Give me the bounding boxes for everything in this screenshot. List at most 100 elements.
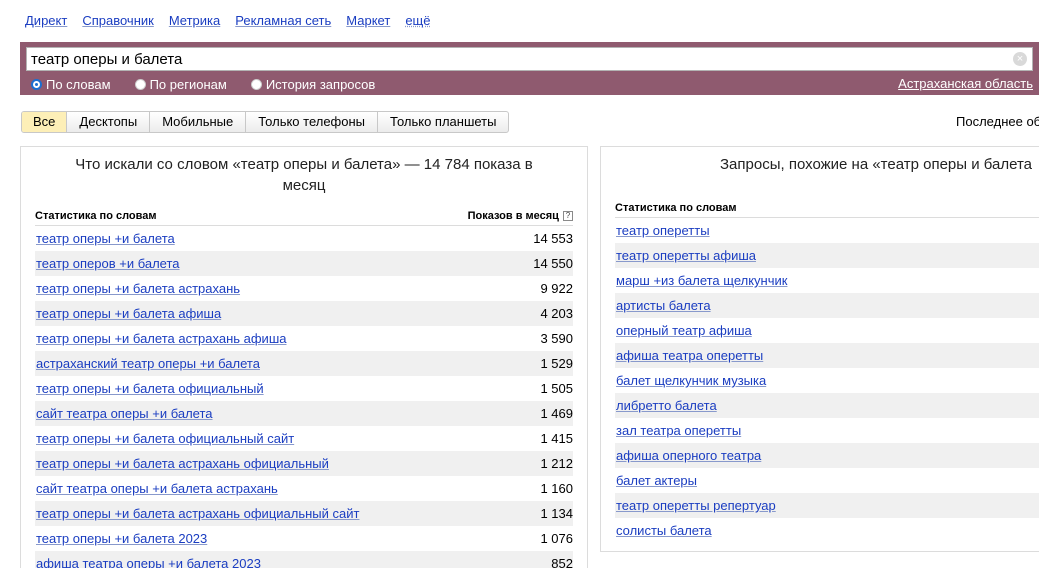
search-band: × По словам По регионам История запросов… [20, 42, 1039, 95]
phrase-link[interactable]: театр оперетты афиша [616, 248, 756, 263]
phrase-link[interactable]: театр оперы +и балета астрахань [36, 281, 240, 296]
clear-icon[interactable]: × [1013, 52, 1027, 66]
radio-by-words[interactable]: По словам [31, 75, 111, 93]
nav-link-market[interactable]: Маркет [346, 13, 390, 31]
shows-count: 9 922 [540, 281, 573, 296]
table-row: театр оперы +и балета афиша 4 203 [35, 301, 573, 326]
top-nav: Директ Справочник Метрика Рекламная сеть… [25, 13, 430, 31]
phrase-link[interactable]: балет щелкунчик музыка [616, 373, 766, 388]
search-box: × [26, 47, 1033, 71]
column-header-words: Статистика по словам [35, 209, 157, 222]
table-row: театр оперетты репертуар [615, 493, 1039, 518]
similar-queries-table: театр оперетты театр оперетты афиша марш +… [615, 218, 1039, 543]
shows-count: 1 160 [540, 481, 573, 496]
table-row: театр оперы +и балета астрахань официаль… [35, 501, 573, 526]
shows-count: 852 [551, 556, 573, 568]
nav-link-reference[interactable]: Справочник [82, 13, 154, 31]
shows-count: 14 553 [533, 231, 573, 246]
nav-link-direct[interactable]: Директ [25, 13, 67, 31]
radio-dot-icon [250, 78, 262, 90]
table-row: театр оперы +и балета 2023 1 076 [35, 526, 573, 551]
phrase-link[interactable]: оперный театр афиша [616, 323, 752, 338]
table-row: солисты балета [615, 518, 1039, 543]
region-selector-link[interactable]: Астраханская область [898, 76, 1033, 91]
table-row: афиша театра оперетты [615, 343, 1039, 368]
shows-count: 1 505 [540, 381, 573, 396]
panel-title: Запросы, похожие на «театр оперы и балет… [720, 156, 1032, 173]
shows-count: 1 134 [540, 506, 573, 521]
phrase-link[interactable]: театр оперы +и балета официальный [36, 381, 264, 396]
table-row: оперный театр афиша [615, 318, 1039, 343]
tab-all[interactable]: Все [22, 112, 68, 132]
column-header-shows: Показов в месяц ? [468, 210, 573, 222]
phrase-link[interactable]: марш +из балета щелкунчик [616, 273, 787, 288]
table-row: артисты балета [615, 293, 1039, 318]
word-stats-table: театр оперы +и балета 14 553 театр оперов … [35, 226, 573, 568]
tab-mobile[interactable]: Мобильные [150, 112, 247, 132]
phrase-link[interactable]: театр оперы +и балета астрахань официаль… [36, 456, 329, 471]
table-row: театр оперетты [615, 218, 1039, 243]
table-row: либретто балета [615, 393, 1039, 418]
tab-desktops[interactable]: Десктопы [67, 112, 151, 132]
phrase-link[interactable]: афиша театра оперы +и балета 2023 [36, 556, 261, 568]
phrase-link[interactable]: балет актеры [616, 473, 697, 488]
search-mode-group: По словам По регионам История запросов [31, 75, 375, 93]
nav-link-ad-network[interactable]: Рекламная сеть [235, 13, 331, 31]
phrase-link[interactable]: театр оперетты [616, 223, 710, 238]
phrase-link[interactable]: театр оперов +и балета [36, 256, 180, 271]
phrase-link[interactable]: афиша оперного театра [616, 448, 761, 463]
table-row: театр оперы +и балета астрахань официаль… [35, 451, 573, 476]
phrase-link[interactable]: театр оперы +и балета астрахань официаль… [36, 506, 359, 521]
table-header: Статистика по словам Показов в месяц ? [35, 206, 573, 226]
phrase-link[interactable]: театр оперы +и балета 2023 [36, 531, 207, 546]
column-header-shows-label: Показов в месяц [467, 209, 559, 222]
tab-tablets-only[interactable]: Только планшеты [378, 112, 508, 132]
similar-queries-panel: Запросы, похожие на «театр оперы и балет… [600, 146, 1039, 552]
table-row: сайт театра оперы +и балета астрахань 1 1… [35, 476, 573, 501]
nav-link-more[interactable]: ещё [405, 13, 430, 31]
shows-count: 1 529 [540, 356, 573, 371]
search-input[interactable] [27, 48, 1032, 70]
shows-count: 1 415 [540, 431, 573, 446]
nav-link-metrika[interactable]: Метрика [169, 13, 220, 31]
table-row: театр оперы +и балета 14 553 [35, 226, 573, 251]
help-icon[interactable]: ? [563, 210, 573, 221]
radio-dot-icon [134, 78, 146, 90]
phrase-link[interactable]: театр оперы +и балета официальный сайт [36, 431, 294, 446]
phrase-link[interactable]: афиша театра оперетты [616, 348, 763, 363]
table-row: афиша театра оперы +и балета 2023 852 [35, 551, 573, 568]
table-row: театр оперов +и балета 14 550 [35, 251, 573, 276]
radio-query-history[interactable]: История запросов [250, 75, 376, 93]
table-row: сайт театра оперы +и балета 1 469 [35, 401, 573, 426]
phrase-link[interactable]: театр оперы +и балета [36, 231, 175, 246]
radio-dot-icon [31, 78, 42, 90]
table-row: марш +из балета щелкунчик [615, 268, 1039, 293]
shows-count: 14 550 [533, 256, 573, 271]
table-row: театр оперы +и балета астрахань афиша 3 5… [35, 326, 573, 351]
table-header: Статистика по словам [615, 198, 1039, 218]
device-tabs: Все Десктопы Мобильные Только телефоны Т… [21, 111, 510, 133]
phrase-link[interactable]: сайт театра оперы +и балета астрахань [36, 481, 278, 496]
shows-count: 1 076 [540, 531, 573, 546]
last-updated-text: Последнее об [956, 114, 1039, 129]
phrase-link[interactable]: либретто балета [616, 398, 717, 413]
table-row: зал театра оперетты [615, 418, 1039, 443]
radio-label: История запросов [265, 76, 376, 92]
table-row: театр оперы +и балета официальный 1 505 [35, 376, 573, 401]
phrase-link[interactable]: театр оперы +и балета афиша [36, 306, 221, 321]
phrase-link[interactable]: астраханский театр оперы +и балета [36, 356, 260, 371]
phrase-link[interactable]: театр оперетты репертуар [616, 498, 776, 513]
phrase-link[interactable]: артисты балета [616, 298, 711, 313]
word-stats-panel: Что искали со словом «театр оперы и бале… [20, 146, 588, 568]
phrase-link[interactable]: солисты балета [616, 523, 712, 538]
table-row: театр оперы +и балета официальный сайт 1 … [35, 426, 573, 451]
table-row: балет щелкунчик музыка [615, 368, 1039, 393]
radio-by-regions[interactable]: По регионам [134, 75, 227, 93]
shows-count: 1 469 [540, 406, 573, 421]
phrase-link[interactable]: сайт театра оперы +и балета [36, 406, 213, 421]
table-row: афиша оперного театра [615, 443, 1039, 468]
phrase-link[interactable]: театр оперы +и балета астрахань афиша [36, 331, 286, 346]
tab-phones-only[interactable]: Только телефоны [246, 112, 379, 132]
table-row: балет актеры [615, 468, 1039, 493]
phrase-link[interactable]: зал театра оперетты [616, 423, 741, 438]
